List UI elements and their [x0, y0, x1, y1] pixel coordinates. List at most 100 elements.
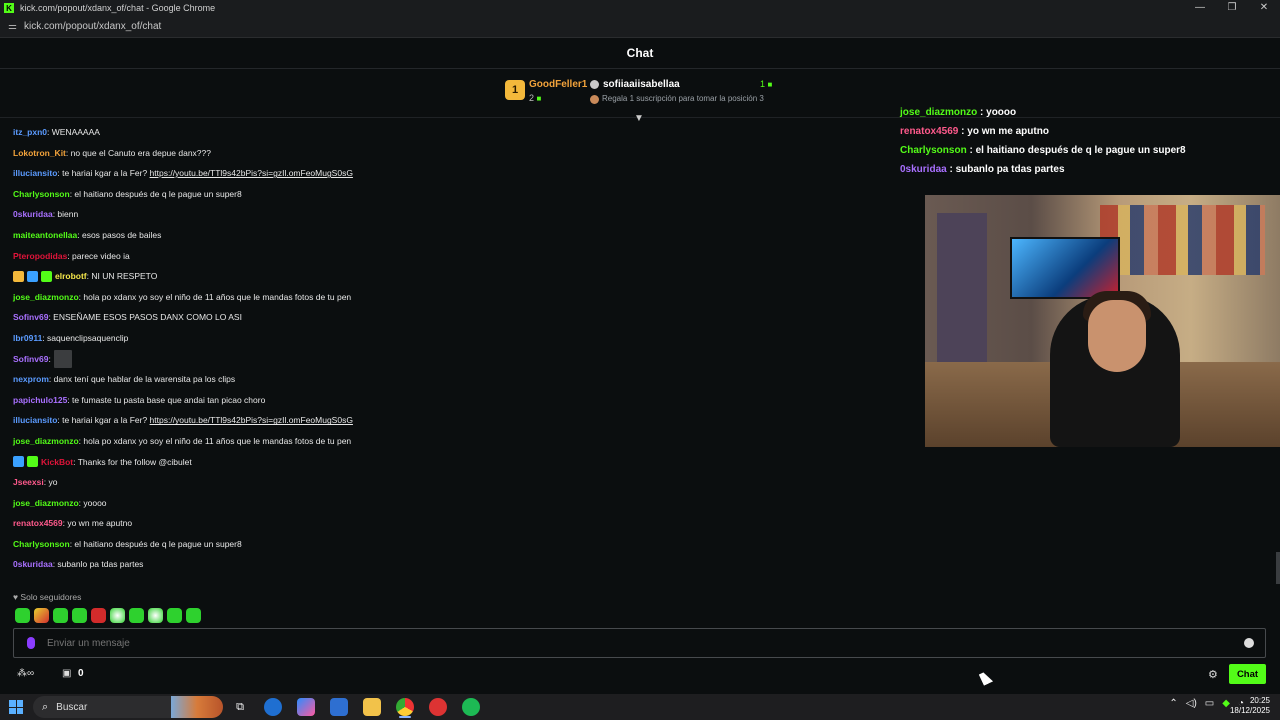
webcam-tv [1010, 237, 1120, 299]
spotify-icon[interactable] [462, 698, 480, 716]
emote-button[interactable] [72, 608, 87, 623]
taskbar-search[interactable]: ⌕ Buscar [33, 696, 223, 718]
task-view-icon[interactable]: ⧉ [231, 698, 249, 716]
emote-button[interactable] [53, 608, 68, 623]
chat-message-text: : Thanks for the follow @cibulet [73, 456, 192, 467]
microphone-icon[interactable] [27, 637, 35, 649]
chat-username[interactable]: Jseexsi [13, 472, 44, 493]
network-icon[interactable]: ▭ [1205, 698, 1214, 709]
emote-button[interactable] [110, 608, 125, 623]
chat-username[interactable]: jose_diazmonzo [13, 287, 79, 308]
chat-username[interactable]: itz_pxn0 [13, 122, 47, 143]
chat-username[interactable]: nexprom [13, 369, 49, 390]
emote-button[interactable] [91, 608, 106, 623]
close-button[interactable]: ✕ [1248, 0, 1280, 16]
address-bar[interactable]: ⚌ kick.com/popout/xdanx_of/chat [0, 16, 1280, 38]
chat-username[interactable]: Charlysonson [13, 184, 70, 205]
chat-username[interactable]: papichulo125 [13, 390, 67, 411]
user-badge-icon [13, 270, 24, 282]
chat-scrollbar[interactable] [1276, 552, 1280, 584]
speaker-icon[interactable]: ◁) [1186, 698, 1197, 709]
chat-message: Charlysonson: el haitiano después de q l… [13, 534, 893, 555]
chat-message-link[interactable]: https://youtu.be/TTl9s42bPis?si=gzIl.omF… [150, 163, 353, 184]
overlay-message: 0skuridaa : subanlo pa tdas partes [900, 160, 1270, 179]
send-chat-button[interactable]: Chat [1229, 664, 1266, 684]
user-badge-icon [27, 456, 38, 468]
chat-username[interactable]: 0skuridaa [13, 554, 53, 575]
rank2-count-value: 1 [760, 79, 766, 89]
emote-button[interactable] [15, 608, 30, 623]
emote-button[interactable] [34, 608, 49, 623]
emote-button[interactable] [186, 608, 201, 623]
emote-button[interactable] [129, 608, 144, 623]
chat-username[interactable]: Lokotron_Kit [13, 143, 66, 164]
chat-message-text: : yoooo [78, 497, 107, 508]
rank1-username[interactable]: GoodFeller1 [529, 79, 587, 90]
edge-icon[interactable] [264, 698, 282, 716]
chat-username[interactable]: jose_diazmonzo [13, 431, 79, 452]
chat-header: Chat [0, 38, 1280, 69]
chat-username[interactable]: Charlysonson [13, 534, 70, 555]
channel-points-icon[interactable]: ⁂∞ [17, 668, 34, 679]
emote-button[interactable] [148, 608, 163, 623]
settings-gear-icon[interactable]: ⚙ [1208, 668, 1218, 681]
chat-username[interactable]: lbr0911 [13, 328, 42, 349]
chat-username[interactable]: Pteropodidas [13, 246, 67, 267]
copilot-icon[interactable] [297, 698, 315, 716]
chat-username[interactable]: Sofinv69 [13, 349, 48, 370]
chat-username[interactable]: Sofinv69 [13, 307, 48, 328]
overlay-username: jose_diazmonzo [900, 107, 978, 118]
emoji-picker-icon[interactable] [1244, 638, 1254, 648]
gift-icon[interactable]: ▣ [62, 668, 71, 679]
chat-message: KickBot: Thanks for the follow @cibulet [13, 452, 893, 473]
emote-button[interactable] [167, 608, 182, 623]
overlay-text: : el haitiano después de q le pague un s… [966, 145, 1186, 156]
message-input[interactable] [47, 637, 1244, 649]
user-badge-icon [13, 456, 24, 468]
chrome-icon[interactable] [396, 698, 414, 716]
chat-username[interactable]: maiteantonellaa [13, 225, 77, 246]
restore-button[interactable]: ❐ [1216, 0, 1248, 16]
chat-message-text: : danx tení que hablar de la warensita p… [48, 374, 236, 385]
minimize-button[interactable]: — [1184, 0, 1216, 16]
chat-username[interactable]: renatox4569 [13, 513, 63, 534]
windows-start-icon[interactable] [9, 700, 23, 714]
chat-username[interactable]: elrobotf [55, 266, 87, 287]
chat-message: illuciansito: te hariai kgar a la Fer? h… [13, 163, 893, 184]
obs-icon[interactable] [429, 698, 447, 716]
store-icon[interactable] [330, 698, 348, 716]
site-info-icon[interactable]: ⚌ [8, 21, 18, 32]
tray-chevron-icon[interactable]: ⌃ [1169, 698, 1177, 709]
chat-username[interactable]: 0skuridaa [13, 204, 53, 225]
chat-message-link[interactable]: https://youtu.be/TTl9s42bPis?si=gzIl.omF… [150, 410, 353, 431]
url-text[interactable]: kick.com/popout/xdanx_of/chat [24, 21, 161, 32]
overlay-text: : yoooo [977, 107, 1017, 118]
file-explorer-icon[interactable] [363, 698, 381, 716]
chat-username[interactable]: jose_diazmonzo [13, 493, 79, 514]
chat-message-list[interactable]: itz_pxn0: WENAAAAA Lokotron_Kit: no que e… [13, 122, 893, 575]
stream-chat-overlay: jose_diazmonzo : yoooo renatox4569 : yo w… [900, 103, 1270, 179]
overlay-text: : yo wn me aputno [958, 126, 1049, 137]
taskbar-clock[interactable]: 20:25 18/12/2025 [1230, 696, 1270, 716]
chat-message: renatox4569: yo wn me aputno [13, 513, 893, 534]
chat-message: illuciansito: te hariai kgar a la Fer? h… [13, 410, 893, 431]
chat-username[interactable]: KickBot [41, 452, 73, 473]
chat-username[interactable]: illuciansito [13, 163, 57, 184]
chat-message-text: : ENSEÑAME ESOS PASOS DANX COMO LO ASI [48, 312, 242, 323]
tray-app-icon[interactable]: ◆ [1222, 698, 1230, 709]
chat-message: Lokotron_Kit: no que el Canuto era depue… [13, 143, 893, 164]
rank1-count: 2 ■ [529, 93, 541, 103]
webcam-door [937, 213, 987, 373]
message-input-box[interactable] [13, 628, 1266, 658]
chat-message-text: : subanlo pa tdas partes [52, 559, 144, 570]
overlay-text: : subanlo pa tdas partes [946, 164, 1065, 175]
chat-message: 0skuridaa: subanlo pa tdas partes [13, 554, 893, 575]
overlay-message: Charlysonson : el haitiano después de q … [900, 141, 1270, 160]
rank2-username[interactable]: sofiiaaiisabellaa [603, 79, 680, 90]
window-titlebar: K kick.com/popout/xdanx_of/chat - Google… [0, 0, 1280, 16]
emote-quickbar [15, 608, 201, 623]
webcam-face [1088, 300, 1146, 372]
chat-username[interactable]: illuciansito [13, 410, 57, 431]
clock-date: 18/12/2025 [1229, 706, 1270, 715]
chat-message-text: : te hariai kgar a la Fer? [57, 415, 150, 426]
